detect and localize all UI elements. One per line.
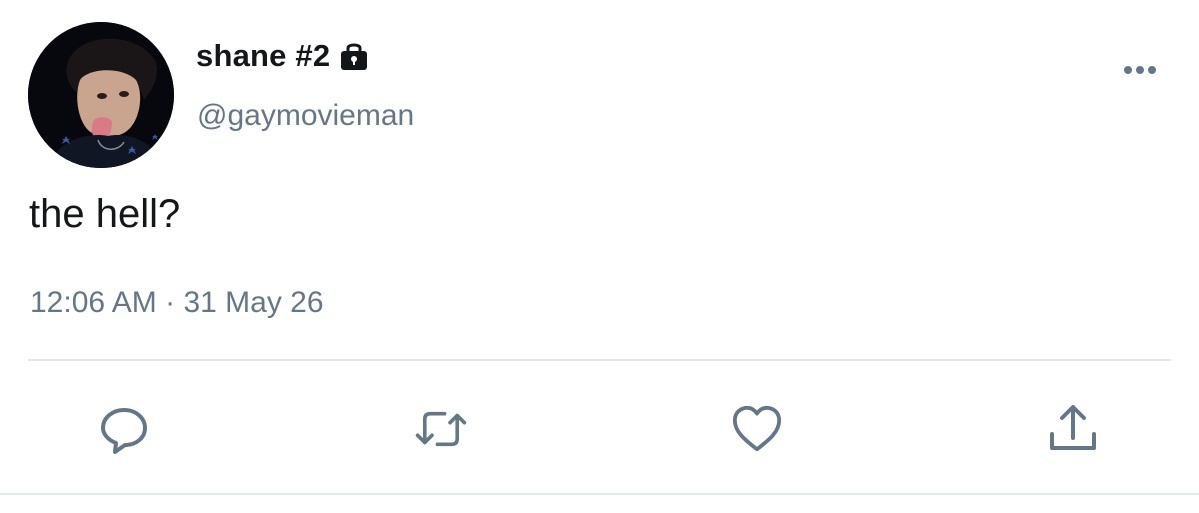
retweet-icon	[415, 411, 467, 447]
tweet-text: the hell?	[29, 192, 181, 236]
avatar-image	[28, 22, 174, 168]
meta-separator: ·	[165, 286, 176, 319]
author-handle[interactable]: @gaymovieman	[197, 99, 414, 133]
retweet-button[interactable]	[414, 402, 468, 456]
author-name[interactable]: shane #2	[196, 38, 370, 74]
reply-icon	[101, 408, 147, 454]
lock-icon	[338, 40, 370, 72]
tweet-timestamp[interactable]: 12:06 AM · 31 May 26	[30, 286, 324, 320]
author-display-name: shane #2	[196, 38, 331, 73]
reply-button[interactable]	[97, 402, 151, 456]
like-button[interactable]	[730, 402, 784, 456]
avatar[interactable]	[28, 22, 174, 168]
tweet-time: 12:06 AM	[30, 286, 157, 319]
share-button[interactable]	[1046, 402, 1100, 456]
heart-icon	[732, 405, 782, 452]
divider-bottom	[0, 493, 1199, 495]
tweet-date: 31 May 26	[183, 286, 324, 319]
divider	[28, 359, 1171, 361]
share-icon	[1050, 405, 1096, 450]
more-horizontal-icon[interactable]	[1118, 58, 1162, 82]
tweet-card: shane #2 @gaymovieman the hell? 12:06 AM…	[0, 0, 1199, 513]
